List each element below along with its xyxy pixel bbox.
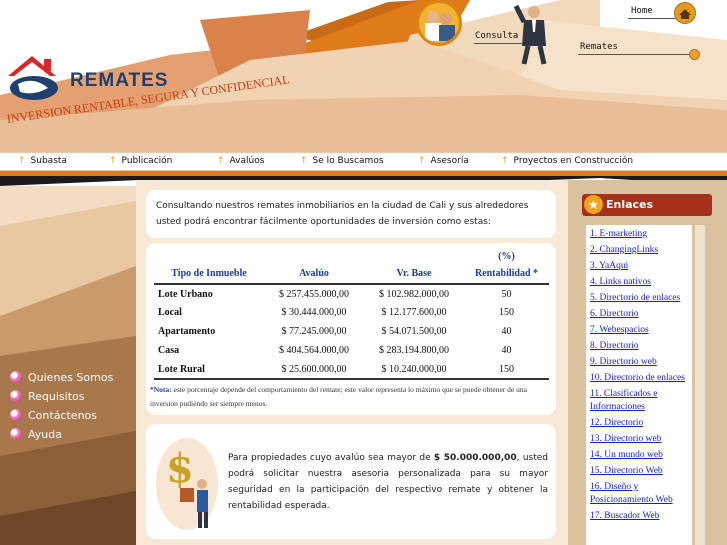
enlace-link[interactable]: 11. Clasificados e Informaciones — [590, 388, 690, 414]
menu-item-proyectos[interactable]: ↑ Proyectos en Construcción — [501, 156, 633, 166]
enlace-link[interactable]: 9. Directorio web — [590, 356, 690, 369]
home-link[interactable]: Home — [631, 6, 653, 16]
properties-card: (%) Tipo de Inmueble Avalúo Vr. Base Ren… — [146, 243, 556, 415]
svg-text:$: $ — [166, 445, 194, 492]
remates-bullet-icon — [689, 49, 700, 60]
enlace-link[interactable]: 12. Directorio — [590, 417, 690, 430]
enlace-link[interactable]: 3. YaAqui — [590, 260, 690, 273]
menu-item-avaluos[interactable]: ↑ Avalúos — [217, 156, 264, 166]
arrow-up-icon: ↑ — [501, 156, 509, 166]
left-sidebar: Quienes Somos Requisitos Contáctenos Ayu… — [0, 186, 136, 545]
consulta-avatar-icon[interactable] — [416, 0, 462, 46]
enlace-link[interactable]: 2. ChangingLinks — [590, 244, 690, 257]
col-header-rent: Rentabilidad * — [474, 268, 539, 279]
enlace-link[interactable]: 10. Directorio de enlaces — [590, 372, 690, 385]
table-note: *Nota: este porcentaje depende del compo… — [150, 385, 527, 408]
col-header-avaluo: Avalúo — [299, 268, 329, 279]
remates-link[interactable]: Remates — [580, 42, 618, 52]
menu-item-subasta[interactable]: ↑ Subasta — [18, 156, 67, 166]
table-header-top: (%) — [154, 248, 549, 264]
enlace-link[interactable]: 13. Directorio web — [590, 433, 690, 446]
menu-item-se-lo-buscamos[interactable]: ↑ Se lo Buscamos — [300, 156, 384, 166]
enlace-link[interactable]: 15. Directorio Web — [590, 465, 690, 478]
enlace-link[interactable]: 1. E-marketing — [590, 228, 690, 241]
star-icon: ★ — [584, 195, 603, 214]
enlaces-title: Enlaces — [606, 198, 654, 211]
col-header-type: Tipo de Inmueble — [171, 268, 247, 279]
enlace-link[interactable]: 8. Directorio — [590, 340, 690, 353]
enlace-link[interactable]: 7. Webespacios — [590, 324, 690, 337]
table-header: Tipo de Inmueble Avalúo Vr. Base Rentabi… — [154, 264, 549, 284]
table-row: Local $ 30.444.000,00 $ 12.177.600,00 150 — [158, 307, 514, 318]
home-underline — [628, 18, 678, 19]
enlace-link[interactable]: 16. Diseño y Posicionamiento Web — [590, 481, 690, 507]
enlace-link[interactable]: 4. Links nativos — [590, 276, 690, 289]
properties-table: (%) Tipo de Inmueble Avalúo Vr. Base Ren… — [154, 248, 549, 380]
table-row: Casa $ 404.564.000,00 $ 283.194.800,00 40 — [158, 345, 512, 356]
table-row: Apartamento $ 77.245.000,00 $ 54.071.500,0… — [158, 326, 512, 337]
advice-card: $ Para propiedades cuyo avalúo sea mayor… — [146, 424, 556, 539]
table-row: Lote Rural $ 25.600.000,00 $ 10.240.000,00… — [154, 360, 549, 379]
arrow-up-icon: ↑ — [18, 156, 26, 166]
remates-underline — [578, 54, 690, 55]
col-header-rent-unit: (%) — [498, 250, 515, 262]
house-logo-icon — [8, 56, 58, 100]
enlace-link[interactable]: 14. Un mundo web — [590, 449, 690, 462]
menu-item-publicacion[interactable]: ↑ Publicación — [109, 156, 172, 166]
enlaces-list: 1. E-marketing 2. ChangingLinks 3. YaAqu… — [586, 225, 692, 545]
left-sidebar-background — [0, 186, 136, 545]
arrow-up-icon: ↑ — [300, 156, 308, 166]
left-nav-requisitos[interactable]: Requisitos — [10, 390, 85, 403]
right-sidebar: ★ Enlaces 1. E-marketing 2. ChangingLink… — [568, 180, 727, 545]
bullet-ball-icon — [10, 390, 22, 402]
home-circle-icon[interactable] — [674, 2, 696, 24]
brand-name: REMATES — [70, 70, 169, 91]
enlaces-scrollbar[interactable] — [695, 225, 705, 545]
main-content: Consultando nuestros remates inmobiliari… — [136, 180, 568, 545]
bullet-ball-icon — [10, 409, 22, 421]
person-icon — [513, 4, 547, 65]
table-row: Lote Urbano $ 257.455.000,00 $ 102.982.000… — [158, 288, 512, 300]
enlaces-header: ★ Enlaces — [582, 194, 712, 216]
left-nav-contactenos[interactable]: Contáctenos — [10, 409, 97, 422]
bullet-ball-icon — [10, 428, 22, 440]
arrow-up-icon: ↑ — [418, 156, 426, 166]
main-menu: ↑ Subasta ↑ Publicación ↑ Avalúos ↑ Se lo Bu… — [0, 152, 727, 171]
left-nav-quienes-somos[interactable]: Quienes Somos — [10, 371, 113, 384]
intro-text: Consultando nuestros remates inmobiliari… — [146, 190, 556, 238]
arrow-up-icon: ↑ — [109, 156, 117, 166]
advice-text: Para propiedades cuyo avalúo sea mayor d… — [228, 453, 548, 511]
enlace-link[interactable]: 5. Directorio de enlaces — [590, 292, 690, 305]
enlace-link[interactable]: 17. Buscador Web — [590, 510, 690, 523]
menu-item-asesoria[interactable]: ↑ Asesoría — [418, 156, 469, 166]
enlace-link[interactable]: 6. Directorio — [590, 308, 690, 321]
col-header-base: Vr. Base — [396, 268, 432, 279]
bullet-ball-icon — [10, 371, 22, 383]
arrow-up-icon: ↑ — [217, 156, 225, 166]
left-nav-ayuda[interactable]: Ayuda — [10, 428, 62, 441]
dollar-plant-icon: $ — [156, 438, 218, 530]
